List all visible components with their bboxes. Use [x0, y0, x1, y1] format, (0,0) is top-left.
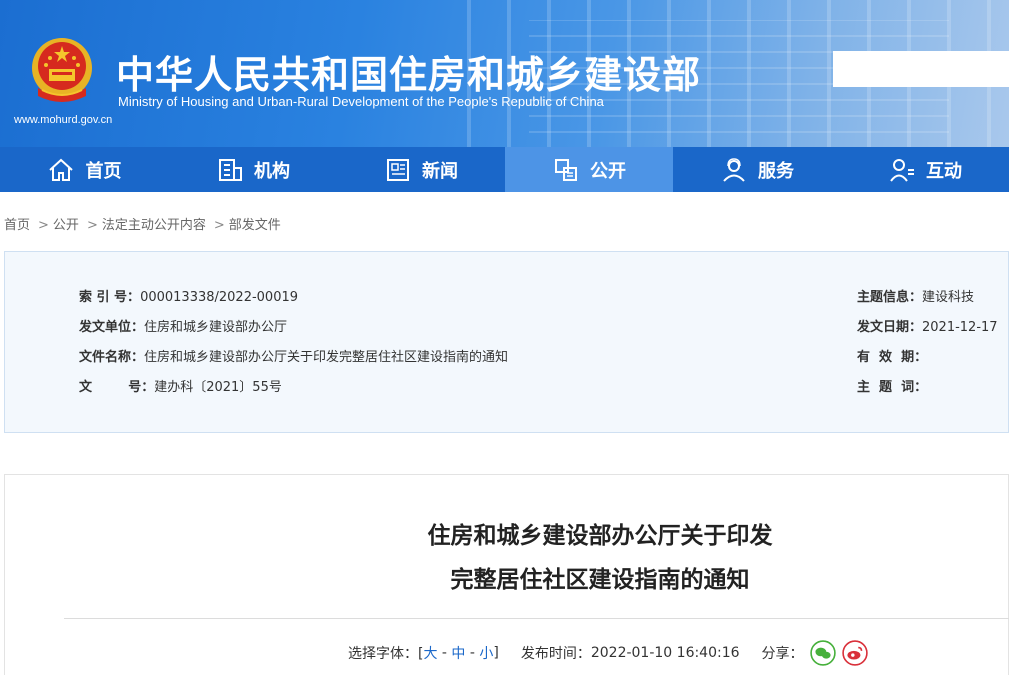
- article-title-line2: 完整居住社区建设指南的通知: [450, 567, 750, 593]
- breadcrumb-public[interactable]: 公开: [53, 218, 79, 233]
- article-title-line1: 住房和城乡建设部办公厅关于印发: [427, 523, 773, 549]
- nav-label-public: 公开: [589, 160, 626, 182]
- font-separator: -: [437, 645, 452, 661]
- service-person-icon: [723, 157, 745, 182]
- site-header: 中华人民共和国住房和城乡建设部 Ministry of Housing and …: [0, 0, 1009, 147]
- meta-date-label: 发文日期：: [857, 320, 923, 335]
- nav-label-service: 服务: [757, 160, 794, 182]
- wechat-icon[interactable]: [809, 640, 836, 666]
- meta-index-value: 000013338/2022-00019: [140, 290, 299, 305]
- font-small-button[interactable]: 小: [479, 643, 493, 663]
- building-icon: [218, 158, 242, 181]
- home-icon: [49, 158, 74, 181]
- breadcrumb-ministry-docs[interactable]: 部发文件: [229, 218, 281, 233]
- document-meta-panel: [4, 251, 1009, 433]
- meta-keywords-label: 主 题 词：: [857, 380, 928, 395]
- nav-label-institutions: 机构: [253, 160, 290, 182]
- share-label: 分享：: [761, 646, 804, 662]
- national-emblem-icon[interactable]: [30, 36, 94, 104]
- meta-date-value: 2021-12-17: [922, 320, 998, 335]
- meta-filename-label: 文件名称：: [79, 350, 145, 365]
- font-medium-button[interactable]: 中: [451, 643, 465, 663]
- font-large-button[interactable]: 大: [423, 643, 437, 663]
- font-size-close: ]: [493, 645, 499, 661]
- article-title: 住房和城乡建设部办公厅关于印发 完整居住社区建设指南的通知: [300, 514, 900, 602]
- nav-item-interaction[interactable]: 互动: [841, 147, 1009, 192]
- nav-item-home[interactable]: 首页: [0, 147, 169, 192]
- site-title: 中华人民共和国住房和城乡建设部: [116, 53, 702, 97]
- nav-item-news[interactable]: 新闻: [337, 147, 505, 192]
- font-size-label: 选择字体：[: [348, 646, 424, 662]
- nav-item-public[interactable]: 公开: [504, 147, 673, 192]
- breadcrumb-home[interactable]: 首页: [4, 218, 30, 233]
- nav-item-service[interactable]: 服务: [673, 147, 841, 192]
- breadcrumb-separator: >: [86, 218, 98, 233]
- publish-time-label: 发布时间：: [520, 646, 591, 662]
- meta-topic-label: 主题信息：: [857, 290, 923, 305]
- publish-time-value: 2022-01-10 16:40:16: [590, 645, 740, 661]
- breadcrumb-separator: >: [38, 218, 49, 233]
- breadcrumb: 首页 > 公开 > 法定主动公开内容 > 部发文件: [4, 214, 285, 233]
- search-input[interactable]: [833, 51, 1009, 87]
- news-icon: [386, 158, 409, 181]
- document-icon: [554, 158, 577, 181]
- meta-docno-label: 文 号：: [79, 380, 155, 395]
- site-url: www.mohurd.gov.cn: [14, 114, 113, 126]
- meta-issuer-label: 发文单位：: [79, 320, 145, 335]
- meta-index-label: 索 引 号：: [79, 290, 141, 305]
- meta-docno: 文 号：建办科〔2021〕55号: [79, 376, 282, 395]
- site-subtitle: Ministry of Housing and Urban-Rural Deve…: [118, 94, 604, 109]
- meta-filename-value: 住房和城乡建设部办公厅关于印发完整居住社区建设指南的通知: [144, 350, 509, 365]
- breadcrumb-separator: >: [213, 218, 225, 233]
- meta-valid: 有 效 期：: [857, 346, 927, 365]
- interaction-person-icon: [890, 158, 914, 182]
- meta-topic: 主题信息：建设科技: [857, 286, 974, 305]
- breadcrumb-statutory[interactable]: 法定主动公开内容: [102, 218, 206, 233]
- meta-issuer-value: 住房和城乡建设部办公厅: [144, 320, 288, 335]
- meta-index: 索 引 号：000013338/2022-00019: [79, 286, 298, 305]
- meta-filename: 文件名称：住房和城乡建设部办公厅关于印发完整居住社区建设指南的通知: [79, 346, 508, 365]
- article-toolbar: 选择字体：[ 大 - 中 - 小 ] 发布时间： 2022-01-10 16:4…: [348, 640, 868, 666]
- weibo-icon[interactable]: [841, 640, 868, 666]
- nav-label-home: 首页: [85, 160, 122, 182]
- nav-label-news: 新闻: [421, 160, 458, 182]
- meta-date: 发文日期：2021-12-17: [857, 316, 998, 335]
- meta-valid-label: 有 效 期：: [857, 350, 928, 365]
- main-nav: 首页 机构 新闻 公开 服务 互动: [0, 147, 1009, 192]
- meta-topic-value: 建设科技: [922, 290, 975, 305]
- meta-docno-value: 建办科〔2021〕55号: [154, 380, 282, 395]
- nav-item-institutions[interactable]: 机构: [169, 147, 337, 192]
- nav-label-interaction: 互动: [925, 160, 962, 182]
- meta-issuer: 发文单位：住房和城乡建设部办公厅: [79, 316, 287, 335]
- article-divider: [64, 618, 1009, 619]
- meta-keywords: 主 题 词：: [857, 376, 927, 395]
- font-separator: -: [465, 645, 480, 661]
